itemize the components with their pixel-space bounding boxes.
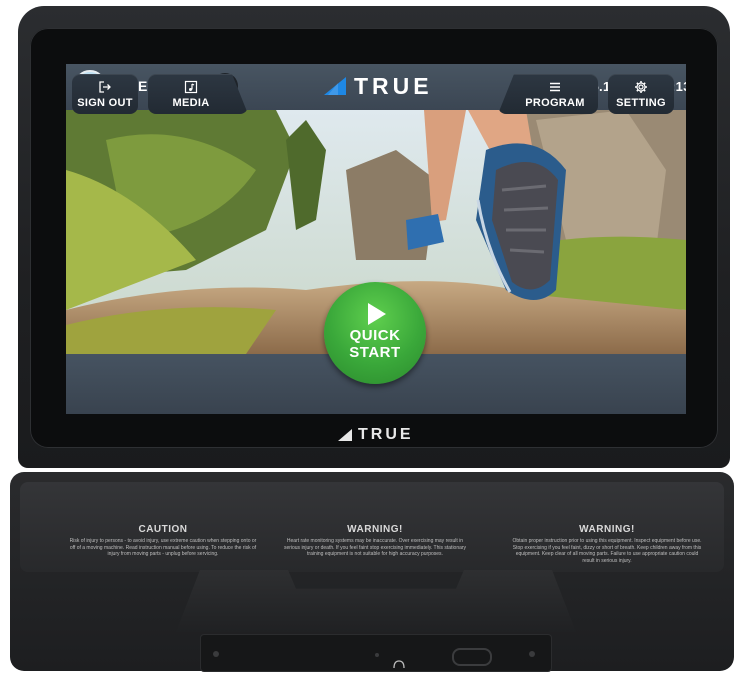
media-label: MEDIA [172,96,210,109]
usb-port[interactable] [452,648,492,666]
warning-title: WARNING! [347,524,403,535]
gear-icon [635,80,647,93]
program-label: PROGRAM [525,96,585,109]
brand-wordmark: TRUE [354,72,433,99]
list-icon [550,82,560,91]
media-icon [184,80,198,93]
quick-start-label-line2: START [349,344,401,361]
brand-mark-icon [338,429,352,441]
port-panel [200,634,552,672]
brand-logo: TRUE [324,73,433,99]
warning-text: Obtain proper instruction prior to using… [512,538,702,564]
screw [529,651,535,657]
caution-text: Risk of injury to persons - to avoid inj… [69,538,257,557]
safety-warning-label: WARNING! Obtain proper instruction prior… [512,524,702,564]
sign-out-button[interactable]: SIGN OUT [72,74,138,114]
caution-title: CAUTION [138,524,188,535]
warning-text: Heart rate monitoring systems may be ina… [283,538,467,557]
bezel-brand-wordmark: TRUE [358,426,414,443]
logout-icon [99,80,111,93]
bezel-brand-logo: TRUE [338,426,414,444]
screw [213,651,219,657]
media-button[interactable]: MEDIA [148,74,248,114]
program-button[interactable]: PROGRAM [498,74,598,114]
heart-rate-warning-label: WARNING! Heart rate monitoring systems m… [280,524,470,558]
quick-start-label-line1: QUICK [349,327,401,344]
play-icon [368,303,386,325]
touch-screen: GUEST TRUE 05.13.2 [66,64,686,414]
sign-out-label: SIGN OUT [77,96,133,109]
warning-title: WARNING! [579,524,635,535]
setting-label: SETTING [616,96,666,109]
quick-start-button[interactable]: QUICK START [324,282,426,384]
setting-button[interactable]: SETTING [608,74,674,114]
brand-mark-icon [324,77,346,95]
indicator-dot [375,653,379,657]
caution-label: CAUTION Risk of injury to persons - to a… [68,524,258,558]
treadmill-console: GUEST TRUE 05.13.2 [4,4,740,672]
headphone-icon[interactable] [392,656,406,669]
